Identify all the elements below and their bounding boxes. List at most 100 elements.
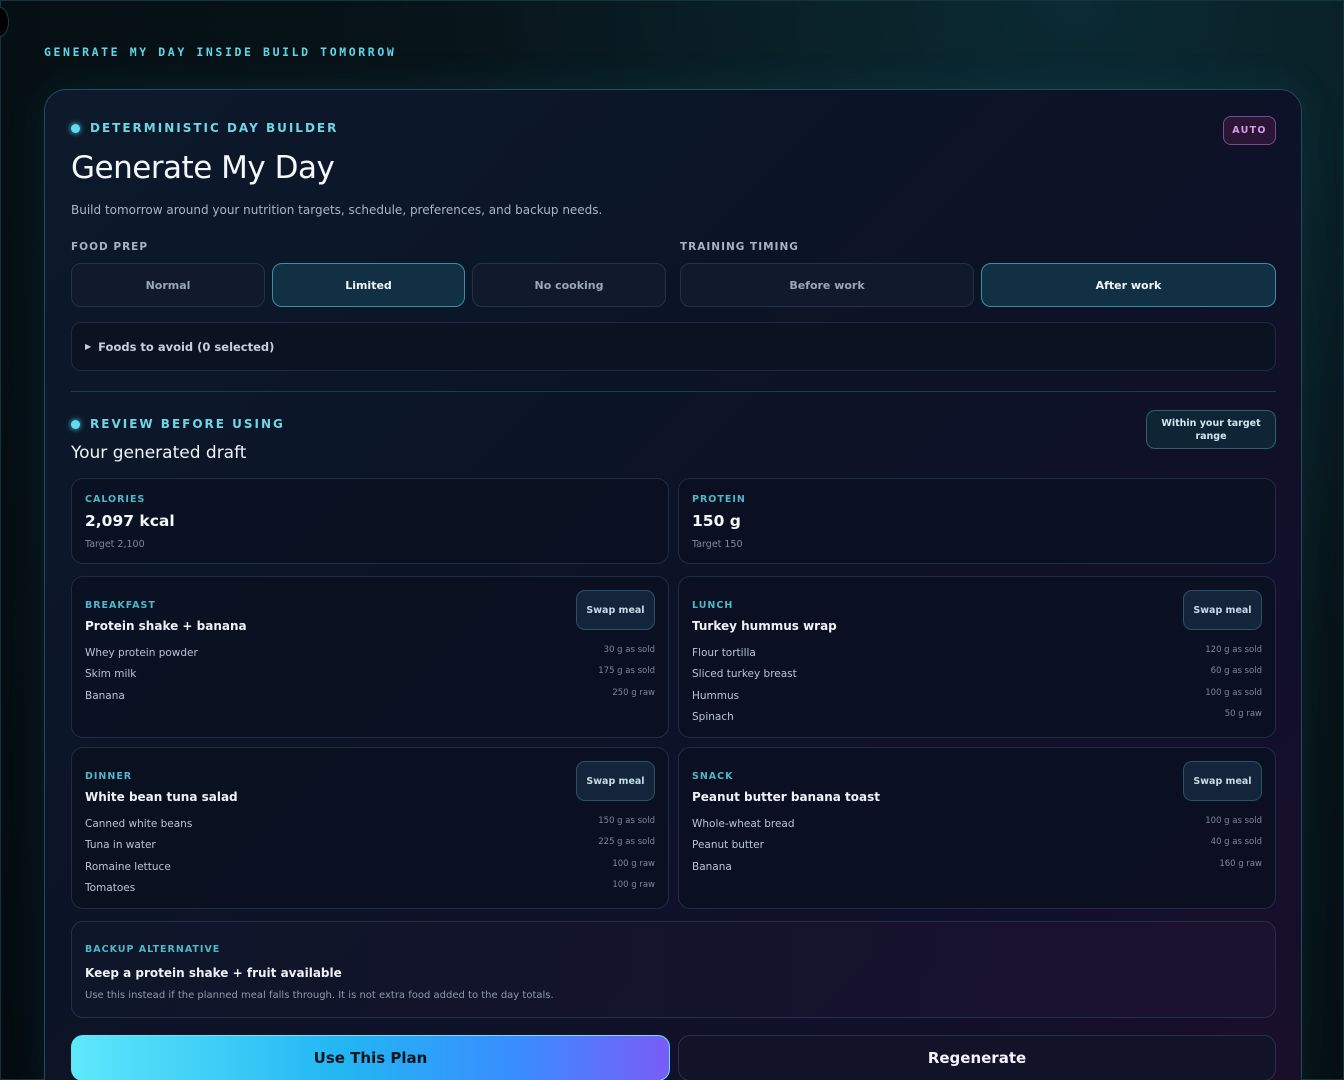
item-qty: 100 g as sold [1205,687,1262,698]
food-prep-normal-button[interactable]: Normal [71,263,265,307]
item-name: Whey protein powder [85,647,198,659]
item-name: Banana [85,689,125,702]
list-item: Spinach 50 g raw [692,709,1262,730]
list-item: Whole-wheat bread 100 g as sold [692,816,1262,837]
status-dot-icon [71,123,80,133]
meal-name: White bean tuna salad [85,790,238,804]
swap-meal-button[interactable]: Swap meal [576,590,655,630]
backup-note: Use this instead if the planned meal fal… [85,990,554,1001]
meal-name: Turkey hummus wrap [692,619,837,633]
item-qty: 100 g raw [612,879,655,890]
item-name: Hummus [692,689,740,702]
stat-value: 2,097 kcal [85,512,175,530]
calories-stat-card: CALORIES 2,097 kcal Target 2,100 [71,478,669,564]
list-item: Canned white beans 150 g as sold [85,816,655,837]
page-subtitle: Build tomorrow around your nutrition tar… [71,203,603,217]
list-item: Sliced turkey breast 60 g as sold [692,666,1262,687]
stat-label: CALORIES [85,494,146,505]
item-qty: 30 g as sold [603,645,655,655]
builder-eyebrow-text: DETERMINISTIC DAY BUILDER [90,121,339,135]
target-range-badge: Within your target range [1146,410,1276,449]
generate-day-panel: DETERMINISTIC DAY BUILDER AUTO Generate … [44,89,1302,1080]
meal-card-lunch: LUNCH Turkey hummus wrap Swap meal Flour… [678,576,1276,738]
meal-label: SNACK [692,771,734,782]
item-qty: 160 g raw [1219,858,1262,869]
item-name: Flour tortilla [692,647,756,659]
stat-value: 150 g [692,512,741,530]
draft-title: Your generated draft [71,443,247,463]
item-qty: 100 g raw [612,858,655,869]
list-item: Peanut butter 40 g as sold [692,837,1262,858]
item-qty: 120 g as sold [1205,645,1262,655]
item-name: Banana [692,860,732,873]
swap-meal-button[interactable]: Swap meal [576,761,655,801]
meal-items: Whole-wheat bread 100 g as sold Peanut bu… [692,816,1262,880]
list-item: Banana 160 g raw [692,859,1262,880]
item-name: Skim milk [85,668,137,681]
meal-card-dinner: DINNER White bean tuna salad Swap meal C… [71,747,669,909]
item-name: Tuna in water [85,839,156,852]
list-item: Tomatoes 100 g raw [85,880,655,901]
swap-meal-button[interactable]: Swap meal [1183,590,1262,630]
backup-title: Keep a protein shake + fruit available [85,966,342,980]
meal-name: Peanut butter banana toast [692,790,880,804]
foods-to-avoid-toggle[interactable]: ▶ Foods to avoid (0 selected) [71,322,1276,371]
item-name: Peanut butter [692,839,764,852]
item-name: Tomatoes [85,881,136,894]
regenerate-button[interactable]: Regenerate [678,1035,1276,1080]
meal-items: Whey protein powder 30 g as sold Skim mil… [85,645,655,709]
meal-label: LUNCH [692,600,734,611]
item-qty: 60 g as sold [1210,666,1262,677]
auto-badge: AUTO [1223,116,1276,145]
item-qty: 175 g as sold [598,666,655,677]
meal-items: Flour tortilla 120 g as sold Sliced turke… [692,645,1262,730]
list-item: Whey protein powder 30 g as sold [85,645,655,666]
stat-target: Target 2,100 [85,539,145,550]
training-timing-label: TRAINING TIMING [680,241,799,253]
stat-target: Target 150 [692,539,743,550]
list-item: Hummus 100 g as sold [692,688,1262,709]
meal-label: DINNER [85,771,133,782]
food-prep-no-cooking-button[interactable]: No cooking [472,263,666,307]
list-item: Flour tortilla 120 g as sold [692,645,1262,666]
protein-stat-card: PROTEIN 150 g Target 150 [678,478,1276,564]
window-corner-dot [0,7,9,37]
item-name: Whole-wheat bread [692,818,795,830]
status-dot-icon [71,419,80,429]
food-prep-label: FOOD PREP [71,241,149,253]
backup-label: BACKUP ALTERNATIVE [85,944,221,955]
review-eyebrow-text: REVIEW BEFORE USING [90,417,285,431]
item-qty: 250 g raw [612,687,655,698]
list-item: Tuna in water 225 g as sold [85,837,655,858]
item-name: Canned white beans [85,818,193,830]
review-eyebrow: REVIEW BEFORE USING [71,417,285,431]
disclosure-triangle-icon: ▶ [85,342,92,351]
meal-name: Protein shake + banana [85,619,247,633]
stat-label: PROTEIN [692,494,746,505]
item-name: Spinach [692,710,734,723]
item-qty: 100 g as sold [1205,816,1262,826]
meal-label: BREAKFAST [85,600,156,611]
meal-items: Canned white beans 150 g as sold Tuna in … [85,816,655,901]
item-name: Sliced turkey breast [692,668,797,681]
food-prep-limited-button[interactable]: Limited [272,263,465,307]
page-title: Generate My Day [71,150,335,186]
builder-eyebrow: DETERMINISTIC DAY BUILDER [71,121,338,135]
use-this-plan-button[interactable]: Use This Plan [71,1035,670,1080]
item-qty: 150 g as sold [598,816,655,826]
list-item: Banana 250 g raw [85,688,655,709]
list-item: Romaine lettuce 100 g raw [85,859,655,880]
item-qty: 40 g as sold [1210,837,1262,848]
swap-meal-button[interactable]: Swap meal [1183,761,1262,801]
backup-alternative-card: BACKUP ALTERNATIVE Keep a protein shake … [71,921,1276,1018]
training-after-work-button[interactable]: After work [981,263,1276,307]
item-name: Romaine lettuce [85,860,171,873]
foods-to-avoid-label: Foods to avoid (0 selected) [98,339,275,354]
item-qty: 225 g as sold [598,837,655,848]
training-before-work-button[interactable]: Before work [680,263,974,307]
meal-card-snack: SNACK Peanut butter banana toast Swap me… [678,747,1276,909]
item-qty: 50 g raw [1224,708,1262,719]
page-eyebrow: GENERATE MY DAY INSIDE BUILD TOMORROW [44,45,397,59]
meal-card-breakfast: BREAKFAST Protein shake + banana Swap me… [71,576,669,738]
list-item: Skim milk 175 g as sold [85,666,655,687]
